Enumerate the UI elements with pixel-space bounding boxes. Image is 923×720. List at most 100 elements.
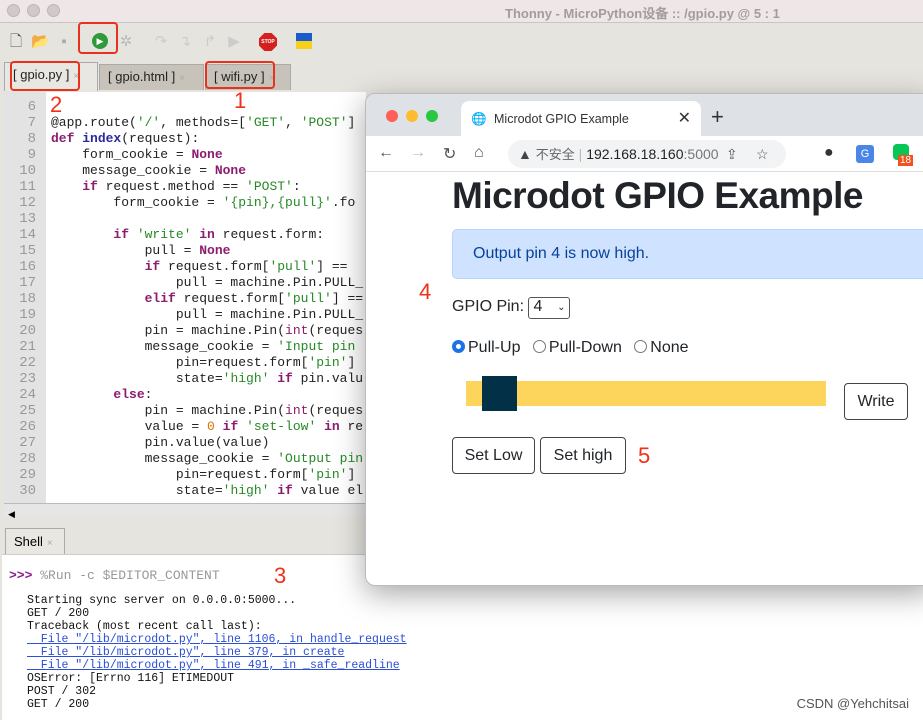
code-token: if (51, 259, 161, 274)
code-token: pull = machine.Pin.PULL_ (51, 275, 364, 290)
code-token: 'Output pin (277, 451, 364, 466)
ukraine-flag-icon[interactable] (296, 33, 312, 49)
code-token: if (51, 227, 137, 242)
line-number: 24 (19, 387, 36, 403)
code-token: index (82, 131, 122, 146)
minimize-window-button[interactable] (27, 4, 40, 17)
shell-output-line: POST / 302 (27, 685, 97, 698)
code-line: @app.route('/', methods=['GET', 'POST'] (51, 115, 355, 131)
code-token: None (191, 147, 223, 162)
browser-minimize-button[interactable] (406, 110, 418, 122)
step-into-icon[interactable]: ↴ (176, 33, 194, 51)
step-over-icon[interactable]: ↷ (152, 33, 170, 51)
set-high-button[interactable]: Set high (540, 437, 626, 474)
home-icon[interactable]: ⌂ (474, 144, 484, 162)
radio-label: Pull-Up (468, 339, 521, 356)
close-tab-icon[interactable]: ✕ (678, 101, 691, 137)
code-token: pin=request.form[ (51, 355, 309, 370)
code-token: ] (347, 467, 356, 482)
line-number: 19 (19, 307, 36, 323)
bookmark-star-icon[interactable]: ☆ (756, 140, 769, 168)
step-out-icon[interactable]: ↱ (201, 33, 219, 51)
save-icon[interactable]: ▪ (55, 33, 73, 51)
code-token: pin = machine.Pin( (51, 403, 286, 418)
annotation-4: 4 (419, 279, 432, 304)
tab-shell[interactable]: Shell × (5, 528, 65, 554)
close-tab-icon[interactable]: × (179, 73, 185, 84)
code-token: value = (51, 419, 208, 434)
code-token: pull = machine.Pin.PULL_ (51, 307, 364, 322)
new-file-icon[interactable]: 🗋 (7, 33, 25, 51)
back-icon[interactable]: ← (378, 144, 394, 162)
gpio-pin-row: GPIO Pin: 4 ⌄ (452, 297, 571, 319)
code-token: 'set-low' (246, 419, 317, 434)
shell-tab-label: Shell (14, 534, 43, 549)
new-tab-icon[interactable]: + (711, 104, 724, 130)
line-number: 11 (19, 179, 36, 195)
code-token: 'POST' (300, 115, 348, 130)
code-token: elif (51, 291, 176, 306)
code-token: pin = machine.Pin( (51, 323, 286, 338)
write-button[interactable]: Write (844, 383, 908, 420)
gpio-pin-select[interactable]: 4 ⌄ (528, 297, 571, 319)
code-token: ] == (316, 259, 348, 274)
tab-gpio-html[interactable]: [ gpio.html ] × (99, 64, 204, 90)
reload-icon[interactable]: ↻ (443, 144, 456, 164)
close-tab-icon[interactable]: × (47, 538, 53, 549)
run-icon[interactable]: ▶ (92, 33, 108, 49)
slider-thumb[interactable] (482, 376, 518, 411)
browser-tab-title: Microdot GPIO Example (494, 112, 629, 126)
radio-indicator (634, 340, 648, 353)
page-heading: Microdot GPIO Example (452, 175, 863, 216)
address-bar[interactable]: ▲ 不安全 | 192.168.18.160:5000 ☆ ⇪ (508, 140, 786, 168)
code-token: form_cookie = (51, 147, 192, 162)
radio-pull-down[interactable]: Pull-Down (532, 339, 622, 356)
shell-output-line: Starting sync server on 0.0.0.0:5000... (27, 594, 297, 607)
forward-icon[interactable]: → (410, 144, 426, 162)
line-number: 10 (19, 163, 36, 179)
annotation-3: 3 (274, 563, 287, 588)
resume-icon[interactable]: ▶ (225, 33, 243, 51)
code-token: re (339, 419, 364, 434)
traceback-link[interactable]: File "/lib/microdot.py", line 1106, in h… (27, 633, 407, 646)
value-slider[interactable] (466, 376, 826, 411)
open-file-icon[interactable]: 📂 (31, 33, 50, 51)
horizontal-scrollbar[interactable]: ◀ (4, 503, 366, 519)
code-editor[interactable]: 6 7 8 9 10 11 12 13 14 15 16 17 18 19 20 21 22 23 24 25 26 27… (4, 92, 366, 503)
browser-zoom-button[interactable] (426, 110, 438, 122)
share-icon[interactable]: ⇪ (726, 140, 738, 168)
radio-pull-up[interactable]: Pull-Up (452, 339, 520, 356)
code-token: : (144, 387, 153, 402)
code-line: elif request.form['pull'] == (51, 291, 363, 307)
code-line: pin=request.form['pin'] (51, 467, 355, 483)
scroll-left-icon[interactable]: ◀ (4, 509, 15, 519)
browser-tab[interactable]: 🌐 Microdot GPIO Example ✕ (461, 101, 701, 137)
code-token: request.form: (214, 227, 325, 242)
code-line: pull = machine.Pin.PULL_ (51, 307, 363, 323)
debug-icon[interactable]: ✲ (117, 33, 135, 51)
code-line: value = 0 if 'set-low' in re (51, 419, 363, 435)
close-window-button[interactable] (7, 4, 20, 17)
radio-none[interactable]: None (634, 339, 689, 356)
translate-extension-icon[interactable]: G (856, 145, 874, 163)
traceback-link[interactable]: File "/lib/microdot.py", line 379, in cr… (27, 646, 345, 659)
code-line: pin = machine.Pin(int(reques (51, 403, 363, 419)
line-number: 22 (19, 355, 36, 371)
browser-close-button[interactable] (386, 110, 398, 122)
code-token: def (51, 131, 83, 146)
traceback-link[interactable]: File "/lib/microdot.py", line 491, in _s… (27, 659, 400, 672)
code-token: pin.value(value) (51, 435, 270, 450)
code-token: message_cookie = (51, 339, 278, 354)
shell-output-line: GET / 200 (27, 607, 90, 620)
extension-icon[interactable]: ● (824, 144, 834, 162)
set-low-button[interactable]: Set Low (452, 437, 535, 474)
status-alert: Output pin 4 is now high. (452, 229, 923, 279)
stop-icon[interactable]: STOP (259, 33, 277, 51)
code-line: pull = machine.Pin.PULL_ (51, 275, 363, 291)
shell-command: %Run -c $EDITOR_CONTENT (40, 568, 220, 583)
code-token: ] (347, 355, 356, 370)
code-token: 'pull' (269, 259, 317, 274)
shell-output-line: GET / 200 (27, 698, 90, 711)
zoom-window-button[interactable] (47, 4, 60, 17)
gpio-pin-label: GPIO Pin: (452, 298, 525, 315)
